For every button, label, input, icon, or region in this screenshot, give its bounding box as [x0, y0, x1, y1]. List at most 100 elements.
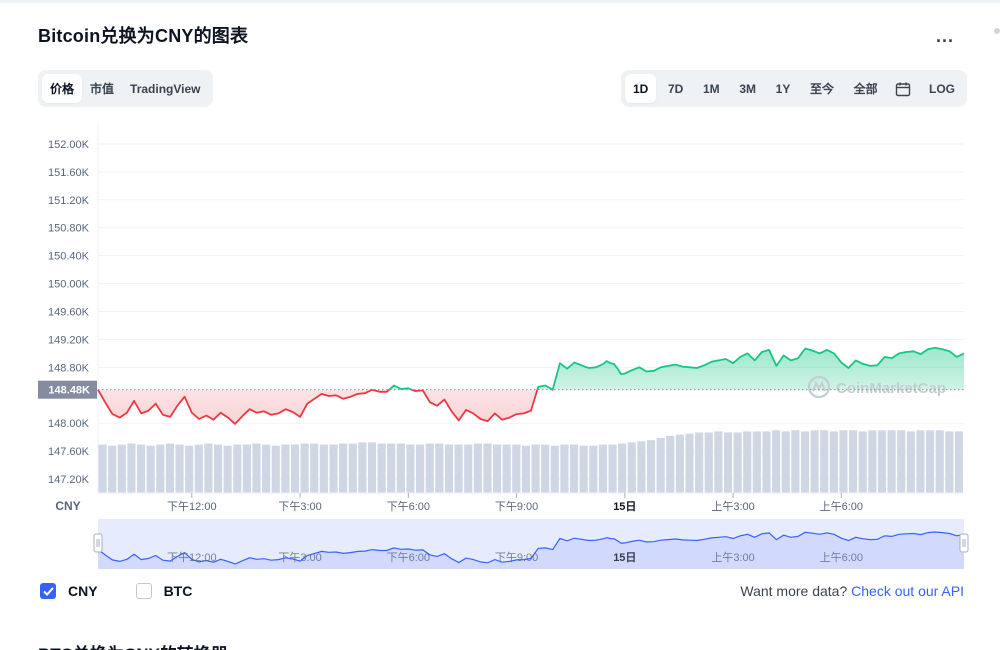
- volume-bar: [262, 444, 271, 493]
- y-tick-label: 150.40K: [48, 251, 90, 263]
- volume-bar: [252, 443, 261, 493]
- volume-bar: [493, 444, 502, 493]
- range-1y[interactable]: 1Y: [768, 74, 799, 103]
- volume-bar: [954, 431, 963, 493]
- chart-title: Bitcoin兑换为CNY的图表: [38, 26, 249, 46]
- volume-bar: [339, 443, 348, 493]
- volume-bar: [675, 434, 684, 493]
- volume-bar: [849, 430, 858, 493]
- volume-bar: [367, 442, 377, 493]
- volume-bar: [348, 443, 357, 493]
- range-1d[interactable]: 1D: [625, 74, 657, 103]
- volume-bar: [329, 444, 338, 493]
- navigator-tick-label: 下午6:00: [387, 551, 430, 564]
- volume-bar: [319, 444, 328, 493]
- more-options-button[interactable]: ...: [936, 26, 954, 47]
- volume-bar: [271, 445, 280, 493]
- range-ytd[interactable]: 至今: [802, 74, 842, 103]
- price-area-fills: [98, 347, 964, 424]
- volume-bar: [406, 444, 415, 493]
- log-scale-toggle[interactable]: LOG: [921, 74, 963, 103]
- volume-bar: [146, 445, 155, 493]
- volume-bar: [656, 438, 665, 493]
- volume-bar: [550, 445, 559, 493]
- volume-bar: [300, 443, 309, 493]
- volume-bar: [839, 430, 848, 493]
- volume-bar: [541, 444, 550, 493]
- currency-toggle-group: CNY BTC: [40, 583, 230, 599]
- y-unit-label: CNY: [55, 499, 80, 513]
- volume-bar: [464, 444, 473, 493]
- navigator-tick-label: 下午3:00: [278, 551, 321, 564]
- volume-bar: [377, 443, 386, 493]
- cny-checkbox[interactable]: [40, 583, 56, 599]
- volume-bar: [416, 444, 425, 493]
- navigator-handle-right[interactable]: [959, 533, 969, 553]
- y-tick-label: 148.80K: [48, 362, 90, 374]
- calendar-icon[interactable]: [889, 74, 917, 103]
- range-3m[interactable]: 3M: [731, 74, 764, 103]
- btc-checkbox[interactable]: [135, 583, 152, 599]
- volume-bar: [165, 443, 174, 493]
- volume-bar: [762, 431, 771, 493]
- volume-bar: [435, 443, 444, 493]
- api-link[interactable]: Check out our API: [851, 583, 964, 599]
- volume-bar: [800, 431, 810, 493]
- x-axis: CNY 下午12:00 下午3:00 下午6:00 下午9:00 15日 上午3:00 上午6…: [55, 492, 964, 513]
- volume-bar: [608, 444, 617, 493]
- volume-bar: [531, 444, 540, 493]
- volume-bar: [502, 444, 511, 493]
- tab-price[interactable]: 价格: [42, 74, 83, 103]
- volume-bar: [858, 431, 867, 493]
- watermark-text: CoinMarketCap: [836, 380, 946, 397]
- volume-bar: [396, 443, 405, 493]
- volume-bar: [877, 430, 887, 493]
- y-axis: 152.00K 151.60K 151.20K 150.80K 150.40K 150.0…: [38, 139, 97, 486]
- x-tick-label: 下午9:00: [495, 500, 538, 513]
- volume-bar: [646, 440, 656, 493]
- volume-bar: [772, 430, 781, 493]
- volume-bar: [569, 444, 579, 493]
- volume-bar: [743, 431, 752, 493]
- converter-section-title: BTC兑换为CNY的转换器: [38, 640, 228, 650]
- volume-bar: [194, 444, 203, 493]
- volume-bar: [820, 430, 829, 493]
- x-tick-label: 上午6:00: [820, 500, 863, 513]
- volume-bar: [185, 445, 194, 493]
- price-chart[interactable]: CoinMarketCap 152.00K 151.60K 151.20K 150.8…: [0, 115, 1000, 575]
- volume-bars: [98, 430, 963, 493]
- tab-market-cap[interactable]: 市值: [82, 74, 122, 103]
- y-tick-label: 151.20K: [48, 195, 90, 207]
- range-all[interactable]: 全部: [846, 74, 886, 103]
- y-tick-label: 148.00K: [48, 418, 90, 430]
- x-tick-label: 15日: [613, 500, 636, 513]
- volume-bar: [695, 432, 704, 493]
- volume-bar: [666, 435, 675, 493]
- btc-label: BTC: [163, 583, 193, 599]
- range-7d[interactable]: 7D: [660, 74, 691, 103]
- volume-bar: [281, 444, 290, 493]
- navigator-tick-label: 15日: [613, 551, 636, 564]
- x-tick-label: 下午3:00: [278, 500, 321, 513]
- scroll-edge-indicator: [994, 28, 1000, 34]
- volume-bar: [887, 430, 896, 493]
- y-tick-label: 151.60K: [48, 167, 90, 179]
- navigator-tick-label: 下午12:00: [167, 551, 217, 564]
- volume-bar: [387, 443, 396, 493]
- api-promo: Want more data? Check out our API: [740, 583, 964, 599]
- volume-bar: [483, 443, 492, 493]
- volume-bar: [589, 445, 598, 493]
- volume-bar: [897, 430, 906, 493]
- volume-bar: [213, 444, 223, 493]
- navigator-handle-left[interactable]: [93, 533, 103, 553]
- volume-bar: [810, 430, 819, 493]
- volume-bar: [454, 444, 463, 493]
- y-tick-label: 152.00K: [48, 139, 90, 151]
- tab-tradingview[interactable]: TradingView: [122, 74, 208, 103]
- range-navigator[interactable]: 下午12:00 下午3:00 下午6:00 下午9:00 15日 上午3:00 上午6:00: [93, 519, 969, 569]
- range-1m[interactable]: 1M: [695, 74, 728, 103]
- volume-bar: [829, 431, 838, 493]
- navigator-tick-label: 上午6:00: [820, 551, 863, 564]
- top-divider: [0, 0, 1000, 3]
- x-tick-label: 下午6:00: [387, 500, 430, 513]
